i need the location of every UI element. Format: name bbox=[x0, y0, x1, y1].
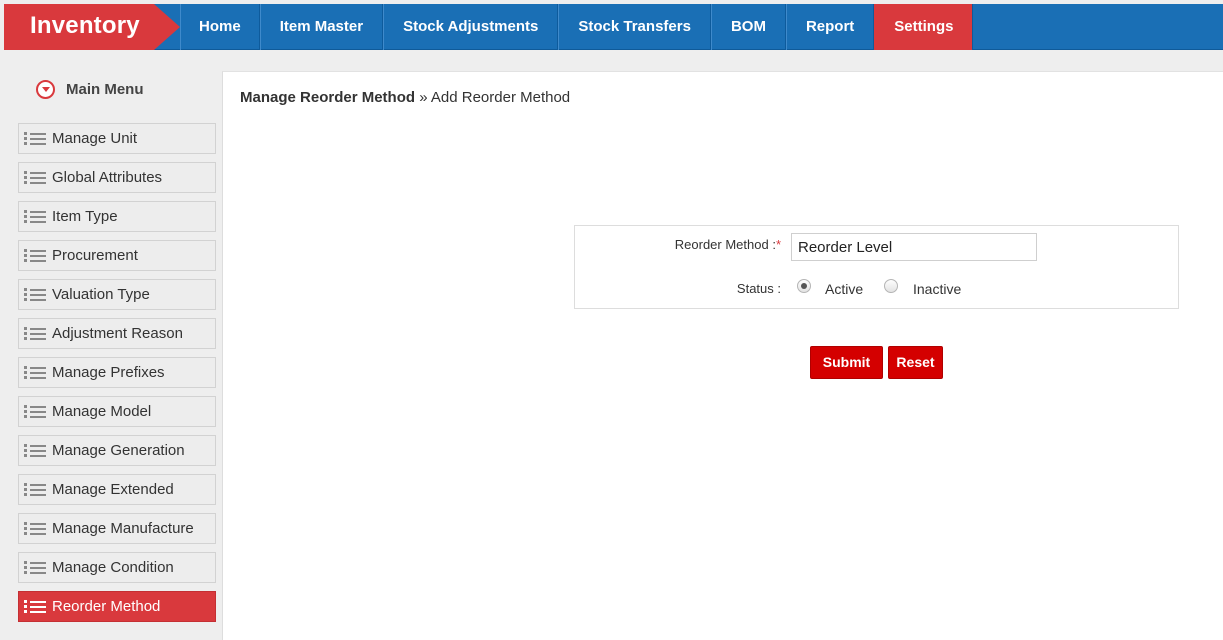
sidebar: Main Menu Manage Unit Global Attributes It… bbox=[4, 62, 222, 640]
sidebar-item-label: Global Attributes bbox=[52, 169, 163, 186]
list-icon bbox=[24, 366, 46, 380]
nav-item-master[interactable]: Item Master bbox=[259, 4, 384, 50]
status-inactive-label: Inactive bbox=[913, 281, 962, 297]
reorder-method-label: Reorder Method :* bbox=[635, 237, 781, 252]
sidebar-item-label: Manage Extended bbox=[52, 481, 174, 498]
list-icon bbox=[24, 249, 46, 263]
nav-stock-transfers[interactable]: Stock Transfers bbox=[558, 4, 711, 50]
list-icon bbox=[24, 522, 46, 536]
sidebar-item-label: Procurement bbox=[52, 247, 138, 264]
sidebar-item-label: Valuation Type bbox=[52, 286, 150, 303]
sidebar-item-global-attributes[interactable]: Global Attributes bbox=[18, 162, 216, 193]
submit-button[interactable]: Submit bbox=[810, 346, 883, 379]
main-content: Manage Reorder Method » Add Reorder Meth… bbox=[222, 71, 1223, 640]
status-inactive-radio[interactable] bbox=[884, 279, 898, 293]
nav-report[interactable]: Report bbox=[785, 4, 875, 50]
list-icon bbox=[24, 405, 46, 419]
breadcrumb-current: Add Reorder Method bbox=[430, 89, 571, 106]
sidebar-item-label: Manage Generation bbox=[52, 442, 185, 459]
chevron-down-circle-icon bbox=[36, 79, 55, 99]
sidebar-item-manage-condition[interactable]: Manage Condition bbox=[18, 552, 216, 583]
sidebar-item-label: Adjustment Reason bbox=[52, 325, 183, 342]
list-icon bbox=[24, 210, 46, 224]
nav-home[interactable]: Home bbox=[180, 4, 260, 50]
main-menu-label: Main Menu bbox=[66, 80, 144, 98]
sidebar-item-label: Manage Condition bbox=[52, 559, 174, 576]
list-icon bbox=[24, 288, 46, 302]
reset-button[interactable]: Reset bbox=[888, 346, 943, 379]
reorder-method-form: Reorder Method :* Status : Active Inacti… bbox=[574, 225, 1179, 309]
status-active-label: Active bbox=[825, 281, 864, 297]
nav-bom[interactable]: BOM bbox=[710, 4, 786, 50]
breadcrumb-parent[interactable]: Manage Reorder Method bbox=[240, 89, 415, 106]
sidebar-item-adjustment-reason[interactable]: Adjustment Reason bbox=[18, 318, 216, 349]
list-icon bbox=[24, 561, 46, 575]
sidebar-item-label: Reorder Method bbox=[52, 598, 161, 615]
sidebar-item-label: Manage Manufacture bbox=[52, 520, 194, 537]
sidebar-item-label: Manage Model bbox=[52, 403, 152, 420]
sidebar-item-manage-extended[interactable]: Manage Extended bbox=[18, 474, 216, 505]
sidebar-item-item-type[interactable]: Item Type bbox=[18, 201, 216, 232]
list-icon bbox=[24, 327, 46, 341]
sidebar-item-manage-unit[interactable]: Manage Unit bbox=[18, 123, 216, 154]
app-title: Inventory bbox=[30, 12, 140, 39]
list-icon bbox=[24, 171, 46, 185]
list-icon bbox=[24, 600, 46, 614]
breadcrumb: Manage Reorder Method » Add Reorder Meth… bbox=[240, 89, 570, 106]
sidebar-item-manage-model[interactable]: Manage Model bbox=[18, 396, 216, 427]
main-nav: Home Item Master Stock Adjustments Stock… bbox=[180, 4, 974, 50]
sidebar-item-valuation-type[interactable]: Valuation Type bbox=[18, 279, 216, 310]
list-icon bbox=[24, 444, 46, 458]
reorder-method-label-text: Reorder Method : bbox=[674, 237, 776, 252]
sidebar-item-label: Manage Prefixes bbox=[52, 364, 165, 381]
nav-settings[interactable]: Settings bbox=[874, 4, 974, 50]
nav-stock-adjustments[interactable]: Stock Adjustments bbox=[383, 4, 559, 50]
sidebar-item-label: Manage Unit bbox=[52, 130, 138, 147]
required-marker: * bbox=[775, 237, 781, 252]
list-icon bbox=[24, 483, 46, 497]
breadcrumb-separator: » bbox=[419, 89, 428, 106]
sidebar-item-label: Item Type bbox=[52, 208, 118, 225]
sidebar-item-procurement[interactable]: Procurement bbox=[18, 240, 216, 271]
status-active-radio[interactable] bbox=[797, 279, 811, 293]
sidebar-item-manage-manufacture[interactable]: Manage Manufacture bbox=[18, 513, 216, 544]
sidebar-item-manage-generation[interactable]: Manage Generation bbox=[18, 435, 216, 466]
main-menu-toggle[interactable]: Main Menu bbox=[36, 78, 144, 100]
app-logo[interactable]: Inventory bbox=[4, 4, 180, 50]
top-navbar: Inventory Home Item Master Stock Adjustm… bbox=[4, 4, 1223, 50]
sidebar-item-reorder-method[interactable]: Reorder Method bbox=[18, 591, 216, 622]
sidebar-item-manage-prefixes[interactable]: Manage Prefixes bbox=[18, 357, 216, 388]
list-icon bbox=[24, 132, 46, 146]
status-label: Status : bbox=[736, 281, 781, 296]
sidebar-menu: Manage Unit Global Attributes Item Type Pro… bbox=[18, 123, 216, 630]
reorder-method-input[interactable] bbox=[791, 233, 1037, 261]
